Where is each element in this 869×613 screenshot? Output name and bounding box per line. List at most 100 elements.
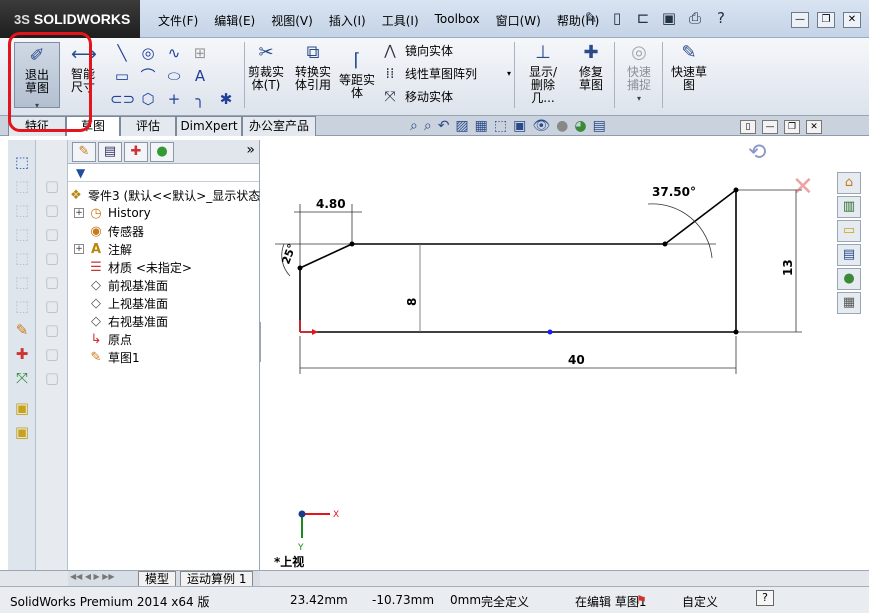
tree-item-sketch1[interactable]: ✎ 草图1 (88, 348, 140, 366)
sketch-points[interactable] (297, 187, 739, 335)
rapid-sketch-button[interactable]: ✎ 快速草图 (666, 42, 712, 92)
appearance-tab-icon[interactable]: ● (150, 142, 174, 162)
expand-panel-icon[interactable]: » (246, 142, 255, 158)
zoom-to-fit-icon[interactable]: ⌕ (410, 118, 418, 134)
sheet-nav-arrows[interactable]: ◀◀ ◀ ▶ ▶▶ (70, 572, 115, 581)
cube-icon[interactable]: ⬚ (11, 176, 33, 196)
move-entities-button[interactable]: ⤧ 移动实体 (381, 88, 453, 105)
chevron-down-icon[interactable]: ▾ (618, 92, 660, 105)
expand-icon[interactable]: + (74, 244, 84, 254)
cube-icon[interactable]: ⬚ (11, 200, 33, 220)
menu-window[interactable]: 窗口(W) (488, 10, 549, 31)
feature-icon[interactable]: ▢ (41, 224, 63, 244)
point-icon[interactable]: + (162, 88, 186, 110)
feature-icon[interactable]: ▢ (41, 344, 63, 364)
cube-icon[interactable]: ⬚ (11, 296, 33, 316)
arc-icon[interactable]: ⌒ (136, 65, 160, 87)
units-selector[interactable]: 自定义 (682, 593, 718, 610)
tree-item-material[interactable]: ☰ 材质 <未指定> (88, 258, 192, 276)
spline-icon[interactable]: ∿ (162, 42, 186, 64)
feature-icon[interactable]: ▢ (41, 248, 63, 268)
cube-view-icon[interactable]: ⬚ (11, 152, 33, 172)
display-delete-relations-button[interactable]: ⊥ 显示/删除几... (518, 42, 568, 105)
print-icon[interactable]: ⎙ (684, 8, 706, 28)
feature-icon[interactable]: ▢ (41, 296, 63, 316)
chevron-down-icon[interactable]: ▾ (507, 69, 511, 78)
new-document-icon[interactable]: ▯ (606, 8, 628, 28)
line-icon[interactable]: ╲ (110, 42, 134, 64)
feature-icon[interactable]: ▢ (41, 200, 63, 220)
midpoint-marker[interactable] (547, 329, 553, 335)
cube-icon[interactable]: ⬚ (11, 248, 33, 268)
viewport-minimize-button[interactable]: — (762, 120, 778, 134)
dimension-angle-right[interactable]: 37.50° (652, 185, 696, 199)
close-button[interactable]: ✕ (843, 12, 861, 28)
convert-entities-button[interactable]: ⧉ 转换实体引用 (291, 42, 335, 92)
tree-item-sensors[interactable]: ◉ 传感器 (88, 222, 144, 240)
edit-appearance-icon[interactable]: ● (556, 118, 568, 134)
apply-scene-icon[interactable]: ◕ (574, 118, 586, 134)
feature-manager-tab-icon[interactable]: ✎ (72, 142, 96, 162)
offset-entities-button[interactable]: ⌈ 等距实体 (337, 50, 377, 100)
quick-snaps-button[interactable]: ◎ 快速捕捉 ▾ (618, 42, 660, 105)
custom-properties-icon[interactable]: ▦ (837, 292, 861, 314)
feature-icon[interactable]: ▢ (41, 320, 63, 340)
tree-item-annotations[interactable]: + A 注解 (74, 240, 132, 258)
save-icon[interactable]: ▣ (658, 8, 680, 28)
confirmation-corner-icon[interactable]: ⟲ (748, 140, 766, 165)
viewport-restore-button[interactable]: ❐ (784, 120, 800, 134)
tree-item-history[interactable]: + ◷ History (74, 204, 151, 222)
configuration-tab-icon[interactable]: ✚ (124, 142, 148, 162)
feature-icon[interactable]: ▢ (41, 176, 63, 196)
tree-item-right-plane[interactable]: ◇ 右视基准面 (88, 312, 168, 330)
pin-icon[interactable]: ✎ (580, 8, 602, 28)
previous-view-icon[interactable]: ↶ (438, 118, 450, 134)
rebuild-indicator-icon[interactable]: ⚑ (636, 593, 647, 607)
slot-icon[interactable]: ⊂⊃ (110, 88, 135, 110)
help-question-icon[interactable]: ? (710, 8, 732, 28)
block-icon[interactable]: ▣ (11, 398, 33, 418)
section-view-icon[interactable]: ▨ (455, 118, 468, 134)
polygon-icon[interactable]: ⬡ (136, 88, 160, 110)
menu-toolbox[interactable]: Toolbox (427, 10, 488, 31)
tree-root[interactable]: ❖ 零件3 (默认<<默认>_显示状态 (68, 186, 260, 204)
menu-edit[interactable]: 编辑(E) (206, 10, 263, 31)
view-palette-icon[interactable]: ▤ (837, 244, 861, 266)
sketch-origin[interactable] (299, 320, 318, 335)
graphics-area[interactable]: 4.80 25° 37.50° 8 13 40 X Y *上视 (261, 140, 835, 570)
restore-button[interactable]: ❐ (817, 12, 835, 28)
sketch-point-grid-icon[interactable]: ⊞ (188, 42, 212, 64)
tab-office-products[interactable]: 办公室产品 (242, 116, 316, 136)
menu-view[interactable]: 视图(V) (263, 10, 321, 31)
tab-evaluate[interactable]: 评估 (120, 116, 176, 136)
rectangle-icon[interactable]: ▭ (110, 65, 134, 87)
view-orientation-icon[interactable]: ⬚ (494, 118, 507, 134)
close-sketch-icon[interactable]: ✕ (792, 172, 814, 202)
file-explorer-icon[interactable]: ▭ (837, 220, 861, 242)
tab-model[interactable]: 模型 (138, 571, 177, 587)
tab-sketch[interactable]: 草图 (66, 116, 120, 136)
repair-sketch-button[interactable]: ✚ 修复草图 (570, 42, 612, 92)
block-icon[interactable]: ▣ (11, 422, 33, 442)
tree-item-top-plane[interactable]: ◇ 上视基准面 (88, 294, 168, 312)
smart-dimension-button[interactable]: ⟷ 智能尺寸 (62, 44, 104, 94)
appearances-icon[interactable]: ● (837, 268, 861, 290)
design-library-icon[interactable]: ▥ (837, 196, 861, 218)
add-relation-icon[interactable]: ✚ (11, 344, 33, 364)
ellipse-icon[interactable]: ⬭ (162, 65, 186, 87)
tab-motion-study[interactable]: 运动算例 1 (180, 571, 254, 587)
construction-icon[interactable]: ✱ (214, 88, 238, 110)
viewport-split-button[interactable]: ▯ (740, 120, 756, 134)
move-tool-icon[interactable]: ⤧ (11, 368, 33, 388)
dimension-right[interactable]: 13 (781, 259, 795, 276)
view-settings-icon[interactable]: ▤ (593, 118, 606, 134)
text-icon[interactable]: A (188, 65, 212, 87)
tab-features[interactable]: 特征 (8, 116, 66, 136)
mirror-entities-button[interactable]: ⋀ 镜向实体 (381, 42, 453, 59)
home-icon[interactable]: ⌂ (837, 172, 861, 194)
sketch-profile[interactable] (299, 189, 737, 333)
dynamic-annotation-icon[interactable]: ▦ (475, 118, 488, 134)
menu-file[interactable]: 文件(F) (150, 10, 206, 31)
trim-entities-button[interactable]: ✂ 剪裁实体(T) (246, 42, 286, 92)
dimension-top[interactable]: 4.80 (316, 197, 346, 211)
